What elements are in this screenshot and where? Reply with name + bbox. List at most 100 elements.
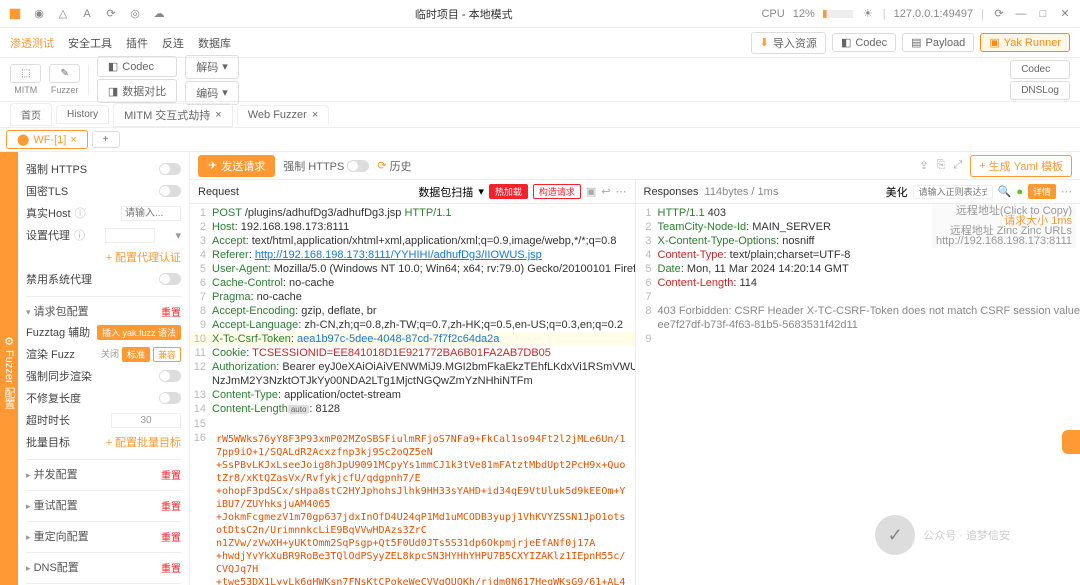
real-host-input[interactable]: [121, 206, 181, 221]
response-title: Responses: [644, 186, 699, 198]
codec-button[interactable]: ◧Codec: [832, 33, 896, 52]
hotload-button[interactable]: 热加载: [489, 184, 528, 199]
subtab-add[interactable]: +: [92, 131, 120, 148]
menu-sectools[interactable]: 安全工具: [68, 35, 112, 51]
dnslog-tool[interactable]: DNSLog: [1010, 81, 1070, 100]
minimize-icon[interactable]: —: [1014, 7, 1028, 21]
chevron-right-icon[interactable]: ▸: [26, 501, 31, 511]
window-title: 临时项目 - 本地模式: [166, 6, 761, 22]
chevron-down-icon[interactable]: ▾: [175, 229, 181, 242]
guomi-tls-toggle[interactable]: [159, 185, 181, 197]
reset-link[interactable]: 重置: [161, 304, 181, 319]
close-icon[interactable]: ✕: [1058, 7, 1072, 21]
tab-webfuzzer[interactable]: Web Fuzzer×: [237, 105, 330, 125]
chevron-down-icon[interactable]: ▾: [26, 307, 31, 317]
cloud-icon[interactable]: ☁: [152, 7, 166, 21]
check-icon[interactable]: ●: [1016, 186, 1023, 198]
request-editor[interactable]: 1POST /plugins/adhufDg3/adhufDg3.jsp HTT…: [190, 204, 635, 585]
decode-tool[interactable]: 解码▾: [185, 55, 239, 79]
reset-link[interactable]: 重置: [161, 529, 181, 544]
cpu-value: 12%: [793, 8, 815, 20]
sub-tabs: ⬤WF-[1]× +: [0, 128, 1080, 152]
menu-reverse[interactable]: 反连: [162, 35, 184, 51]
bell-icon[interactable]: △: [56, 7, 70, 21]
left-rail: ⚙Fuzzer 配置 ▤规则: [0, 152, 18, 585]
import-resource-button[interactable]: ⬇导入资源: [751, 32, 826, 54]
proxy-auth-link[interactable]: + 配置代理认证: [106, 249, 181, 265]
datadiff-tool[interactable]: ◨数据对比: [97, 79, 177, 103]
action-bar: ✈发送请求 强制 HTTPS ⟳历史 ⇪ ⎘ ⤢ +生成 Yaml 模板: [190, 152, 1080, 180]
refresh-icon[interactable]: ⟳: [992, 7, 1006, 21]
proxy-input[interactable]: [105, 228, 155, 243]
encode-tool[interactable]: 编码▾: [185, 81, 239, 105]
sys-proxy-toggle[interactable]: [159, 273, 181, 285]
cpu-bar: [823, 10, 853, 18]
sun-icon[interactable]: ☀: [861, 7, 875, 21]
send-request-button[interactable]: ✈发送请求: [198, 155, 275, 177]
expand-icon[interactable]: ⤢: [953, 159, 962, 172]
codec-tool[interactable]: ◧Codec: [97, 56, 177, 77]
menu-plugins[interactable]: 插件: [126, 35, 148, 51]
share-icon[interactable]: ⇪: [919, 159, 928, 172]
chevron-right-icon[interactable]: ▸: [26, 470, 31, 480]
addr: 127.0.0.1:49497: [894, 8, 974, 20]
chevron-down-icon[interactable]: ▾: [478, 185, 484, 198]
guomi-tls-label: 国密TLS: [26, 183, 68, 199]
regex-search-input[interactable]: [913, 185, 993, 199]
yak-runner-button[interactable]: ▣Yak Runner: [980, 33, 1070, 52]
proxy-label: 设置代理ⓘ: [26, 227, 85, 243]
history-button[interactable]: ⟳历史: [377, 158, 411, 174]
tab-mitm[interactable]: MITM 交互式劫持×: [113, 103, 233, 127]
reset-link[interactable]: 重置: [161, 467, 181, 482]
copy-icon[interactable]: ⎘: [937, 159, 946, 172]
more-icon[interactable]: ⋯: [616, 185, 627, 198]
camera-icon[interactable]: ◎: [128, 7, 142, 21]
no-fix-len-toggle[interactable]: [159, 392, 181, 404]
fuzzer-tool[interactable]: ✎: [49, 64, 79, 83]
tab-history[interactable]: History: [56, 105, 109, 124]
loop-icon[interactable]: ⟳: [104, 7, 118, 21]
app-logo-icon: [8, 7, 22, 21]
mascot-icon[interactable]: [1062, 430, 1080, 454]
image-icon[interactable]: ▣: [586, 185, 596, 198]
menu-database[interactable]: 数据库: [198, 35, 231, 51]
titlebar: ◉ △ A ⟳ ◎ ☁ 临时项目 - 本地模式 CPU 12% ☀ | 127.…: [0, 0, 1080, 28]
packet-scan-label: 数据包扫描: [418, 184, 473, 200]
tab-home[interactable]: 首页: [10, 103, 52, 126]
mitm-tool[interactable]: ⬚: [10, 64, 41, 83]
force-https-inline: 强制 HTTPS: [283, 158, 369, 174]
reset-link[interactable]: 重置: [161, 560, 181, 575]
codec-tool-right[interactable]: Codec: [1010, 60, 1070, 79]
shield-icon[interactable]: ◉: [32, 7, 46, 21]
subtab-wf1[interactable]: ⬤WF-[1]×: [6, 130, 88, 149]
chevron-right-icon[interactable]: ▸: [26, 563, 31, 573]
sync-render-toggle[interactable]: [159, 370, 181, 382]
reset-link[interactable]: 重置: [161, 498, 181, 513]
cpu-label: CPU: [761, 8, 784, 20]
detail-button[interactable]: 详情: [1028, 184, 1056, 199]
payload-button[interactable]: ▤Payload: [902, 33, 974, 52]
lightning-icon[interactable]: A: [80, 7, 94, 21]
batch-target-button[interactable]: + 配置批量目标: [106, 434, 181, 450]
wrap-icon[interactable]: ↩: [601, 185, 610, 198]
maximize-icon[interactable]: □: [1036, 7, 1050, 21]
main-tabs: 首页 History MITM 交互式劫持× Web Fuzzer×: [0, 102, 1080, 128]
subtab-close-icon[interactable]: ×: [70, 134, 76, 146]
construct-req-button[interactable]: 构造请求: [533, 184, 581, 199]
more-icon[interactable]: ⋯: [1061, 185, 1072, 198]
force-https-toggle[interactable]: [159, 163, 181, 175]
chevron-right-icon[interactable]: ▸: [26, 532, 31, 542]
insert-fuzz-button[interactable]: 插入 yak.fuzz 语法: [97, 325, 181, 340]
response-editor[interactable]: 远程地址(Click to Copy) 请求大小 1ms 远程地址 Zinc Z…: [636, 204, 1080, 585]
tab-close-icon[interactable]: ×: [215, 109, 221, 121]
beautify-label[interactable]: 美化: [886, 184, 908, 200]
toolbar: ⬚MITM ✎Fuzzer ◧Codec ◨数据对比 解码▾ 编码▾ Codec…: [0, 58, 1080, 102]
rail-fuzzer-config[interactable]: ⚙Fuzzer 配置: [0, 329, 18, 415]
timeout-input[interactable]: [111, 413, 181, 428]
menu-pentest[interactable]: 渗透测试: [10, 35, 54, 51]
sidebar: 强制 HTTPS 国密TLS 真实Hostⓘ 设置代理ⓘ▾ + 配置代理认证 禁…: [18, 152, 190, 585]
force-https-toggle-2[interactable]: [347, 160, 369, 172]
search-icon[interactable]: 🔍: [998, 185, 1012, 198]
gen-yaml-button[interactable]: +生成 Yaml 模板: [970, 155, 1072, 177]
tab-close-icon[interactable]: ×: [312, 109, 318, 121]
